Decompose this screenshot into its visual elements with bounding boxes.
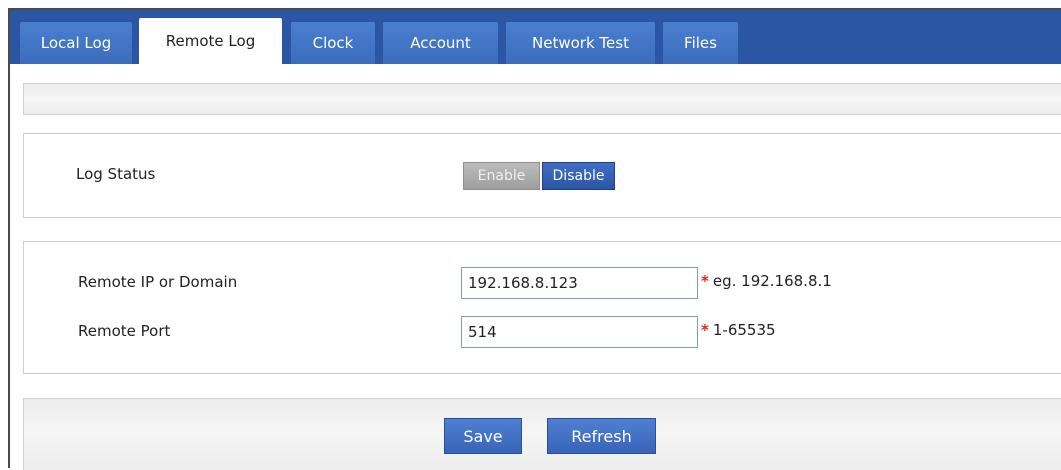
tab-bar: Local Log Remote Log Clock Account Netwo… — [10, 10, 1061, 64]
enable-button[interactable]: Enable — [463, 162, 540, 190]
remote-port-hint-text: 1-65535 — [712, 321, 776, 339]
tab-account[interactable]: Account — [383, 22, 498, 64]
required-mark: * — [701, 321, 709, 339]
tab-label: Files — [684, 34, 717, 52]
top-toolbar-strip — [23, 83, 1061, 115]
remote-port-label: Remote Port — [78, 322, 171, 340]
tab-label: Clock — [312, 34, 354, 52]
remote-ip-input[interactable] — [461, 267, 698, 299]
remote-ip-label: Remote IP or Domain — [78, 273, 238, 291]
remote-ip-hint-text: eg. 192.168.8.1 — [712, 272, 832, 290]
tab-remote-log[interactable]: Remote Log — [139, 18, 282, 64]
remote-port-hint: * 1-65535 — [701, 321, 776, 339]
save-button-label: Save — [463, 426, 503, 446]
tab-clock[interactable]: Clock — [291, 22, 375, 64]
remote-port-input[interactable] — [461, 316, 698, 348]
remote-settings-panel: Remote IP or Domain *eg. 192.168.8.1 Rem… — [23, 241, 1061, 374]
tab-label: Account — [410, 34, 471, 52]
tab-network-test[interactable]: Network Test — [506, 22, 655, 64]
remote-ip-hint: * eg. 192.168.8.1 — [701, 272, 832, 290]
required-mark: * — [701, 272, 709, 290]
tab-label: Network Test — [532, 34, 629, 52]
log-status-label: Log Status — [76, 165, 156, 183]
enable-button-label: Enable — [477, 168, 526, 184]
tab-label: Local Log — [40, 34, 112, 52]
refresh-button[interactable]: Refresh — [547, 418, 656, 454]
save-button[interactable]: Save — [444, 418, 522, 454]
disable-button-label: Disable — [552, 168, 605, 184]
disable-button[interactable]: Disable — [542, 162, 615, 190]
tab-local-log[interactable]: Local Log — [20, 22, 132, 64]
refresh-button-label: Refresh — [571, 426, 632, 446]
log-status-panel: Log Status Enable Disable — [23, 133, 1061, 218]
tab-files[interactable]: Files — [663, 22, 738, 64]
page-frame: Local Log Remote Log Clock Account Netwo… — [8, 8, 1061, 470]
tab-label: Remote Log — [165, 32, 256, 50]
action-bar: Save Refresh — [23, 398, 1061, 470]
